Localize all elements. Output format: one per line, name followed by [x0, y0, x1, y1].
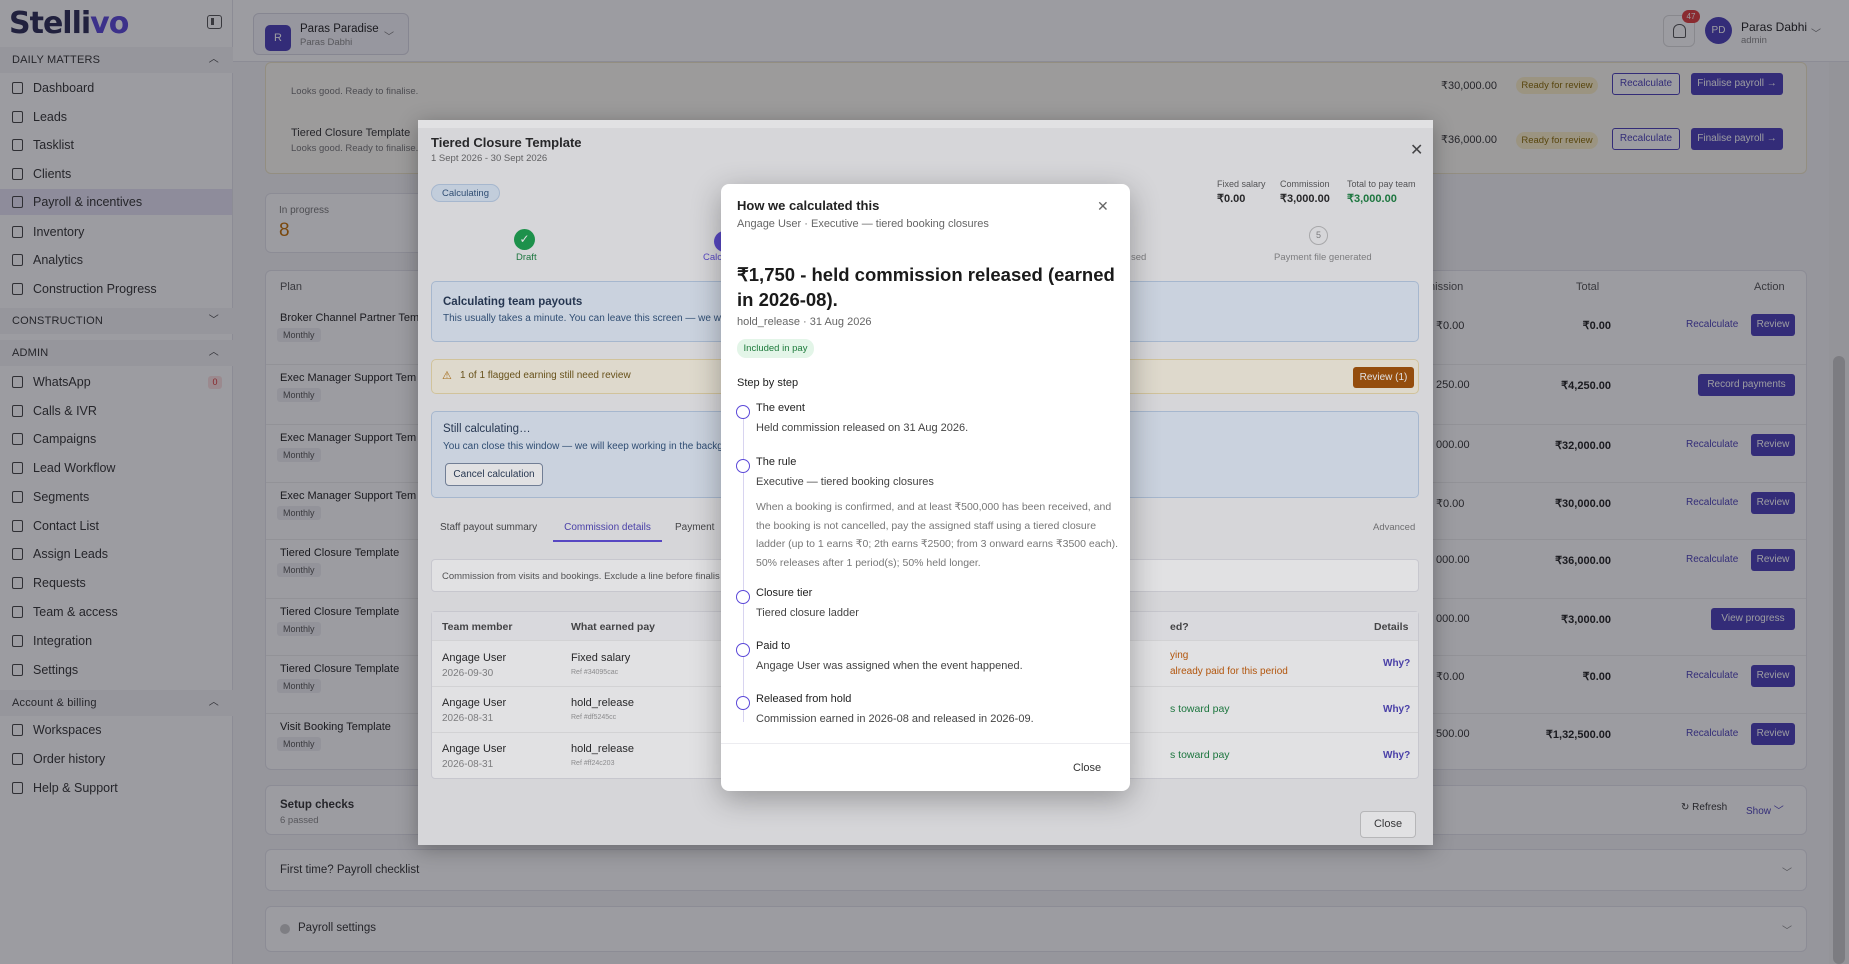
step-body: Commission earned in 2026-08 and release…	[756, 713, 1034, 725]
timeline-dot	[736, 405, 750, 419]
step-title: The event	[756, 402, 805, 414]
timeline-dot	[736, 696, 750, 710]
divider	[721, 743, 1130, 744]
step-body: Executive — tiered booking closures	[756, 476, 934, 488]
timeline-dot	[736, 590, 750, 604]
dialog-title: How we calculated this	[737, 198, 880, 213]
rule-detail: When a booking is confirmed, and at leas…	[756, 501, 1119, 569]
included-badge: Included in pay	[737, 339, 814, 358]
dialog-subtitle: Angage User · Executive — tiered booking…	[737, 218, 989, 230]
step-body: Tiered closure ladder	[756, 607, 859, 619]
step-title: Paid to	[756, 640, 791, 652]
timeline-dot	[736, 459, 750, 473]
step-title: Released from hold	[756, 693, 852, 705]
close-button[interactable]: Close	[1073, 762, 1101, 774]
step-title: Closure tier	[756, 587, 813, 599]
event-meta: hold_release · 31 Aug 2026	[737, 316, 872, 328]
step-body: Held commission released on 31 Aug 2026.	[756, 422, 969, 434]
timeline-dot	[736, 643, 750, 657]
close-icon[interactable]: ✕	[1097, 198, 1109, 215]
step-body: Angage User was assigned when the event …	[756, 660, 1023, 672]
headline: ₹1,750 - held commission released (earne…	[737, 264, 1115, 310]
steps-heading: Step by step	[737, 377, 799, 389]
calculation-explainer-dialog: How we calculated this Angage User · Exe…	[721, 184, 1130, 791]
step-title: The rule	[756, 456, 797, 468]
